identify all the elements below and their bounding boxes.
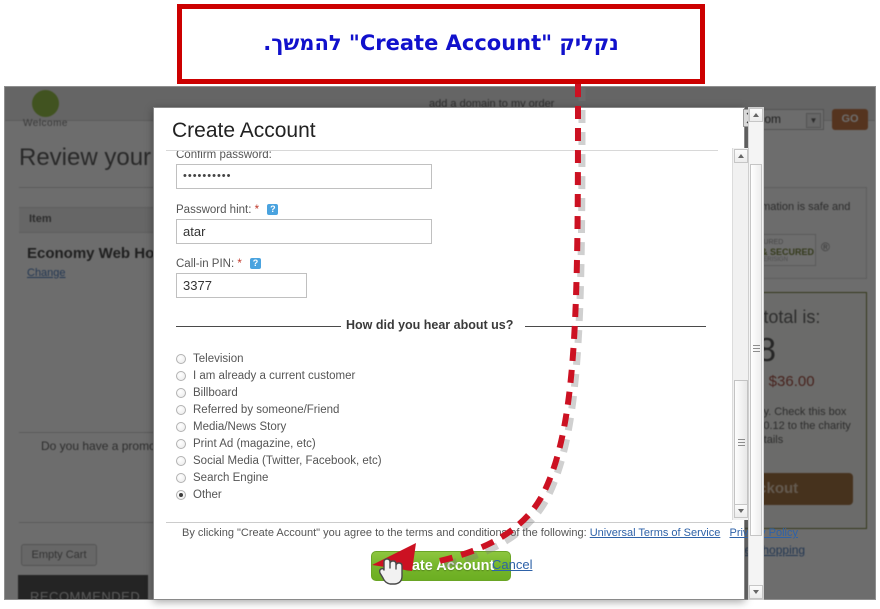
radio-icon[interactable] xyxy=(176,387,186,398)
radio-label: Media/News Story xyxy=(193,421,287,433)
footer-divider xyxy=(166,522,732,523)
radio-option-billboard[interactable]: Billboard xyxy=(176,387,238,403)
radio-option-current-customer[interactable]: I am already a current customer xyxy=(176,370,355,386)
chevron-down-icon: ▼ xyxy=(806,113,821,128)
instruction-callout-text: נקליק "Create Account" להמשך. xyxy=(263,31,619,55)
change-link[interactable]: Change xyxy=(27,267,66,279)
radio-icon-selected[interactable] xyxy=(176,489,186,500)
cancel-link[interactable]: Cancel xyxy=(492,557,532,572)
help-icon[interactable]: ? xyxy=(267,204,279,216)
call-in-pin-value: 3377 xyxy=(183,278,212,293)
call-in-pin-label: Call-in PIN: * ? xyxy=(176,258,262,270)
call-in-pin-label-text: Call-in PIN: xyxy=(176,258,235,270)
scroll-up-icon[interactable] xyxy=(749,108,763,122)
universal-terms-link[interactable]: Universal Terms of Service xyxy=(590,527,721,539)
radio-icon[interactable] xyxy=(176,438,186,449)
radio-icon[interactable] xyxy=(176,353,186,364)
terms-notice-text: By clicking "Create Account" you agree t… xyxy=(182,527,587,539)
terms-notice: By clicking "Create Account" you agree t… xyxy=(182,527,798,539)
scrollbar-grip-icon xyxy=(753,345,760,352)
radio-option-television[interactable]: Television xyxy=(176,353,244,369)
radio-option-social-media[interactable]: Social Media (Twitter, Facebook, etc) xyxy=(176,455,382,471)
scroll-down-icon[interactable] xyxy=(749,585,763,599)
call-in-pin-input[interactable]: 3377 xyxy=(176,273,307,298)
radio-icon[interactable] xyxy=(176,404,186,415)
radio-option-media-news[interactable]: Media/News Story xyxy=(176,421,286,437)
password-hint-label: Password hint: * ? xyxy=(176,204,279,216)
column-header-item: Item xyxy=(29,213,52,225)
hear-about-us-legend-text: How did you hear about us? xyxy=(346,318,514,332)
scroll-down-icon[interactable] xyxy=(734,504,748,518)
radio-option-referred[interactable]: Referred by someone/Friend xyxy=(176,404,339,420)
confirm-password-label-text: Confirm password: xyxy=(176,151,272,161)
radio-icon[interactable] xyxy=(176,421,186,432)
dialog-scrollbar-thumb[interactable] xyxy=(750,164,762,536)
recommended-panel[interactable]: RECOMMENDED Just for You! xyxy=(18,575,148,599)
scrollbar-grip-icon xyxy=(738,439,745,446)
screenshot-root: Welcome add a domain to my order .com ▼ … xyxy=(0,0,880,609)
scroll-up-icon[interactable] xyxy=(734,149,748,163)
account-form-scroll-region: Confirm password: •••••••••• Password hi… xyxy=(166,151,732,521)
password-hint-value: atar xyxy=(183,224,206,239)
form-scrollbar-thumb[interactable] xyxy=(734,380,748,506)
recommended-heading: RECOMMENDED xyxy=(30,589,141,599)
empty-cart-button[interactable]: Empty Cart xyxy=(21,544,97,566)
site-logo-label: Welcome xyxy=(23,118,68,129)
radio-label: Billboard xyxy=(193,387,238,399)
required-marker: * xyxy=(254,204,260,216)
radio-icon[interactable] xyxy=(176,472,186,483)
go-button[interactable]: GO xyxy=(832,109,868,130)
password-hint-label-text: Password hint: xyxy=(176,204,252,216)
radio-label: Other xyxy=(193,489,222,501)
confirm-password-value: •••••••••• xyxy=(183,170,232,182)
confirm-password-input[interactable]: •••••••••• xyxy=(176,164,432,189)
dialog-scrollbar[interactable] xyxy=(748,107,764,600)
radio-label: Referred by someone/Friend xyxy=(193,404,340,416)
radio-label: Search Engine xyxy=(193,472,269,484)
confirm-password-label: Confirm password: xyxy=(176,151,272,161)
radio-icon[interactable] xyxy=(176,370,186,381)
create-account-dialog: Create Account Confirm password: •••••••… xyxy=(153,107,798,600)
registered-mark: ® xyxy=(821,240,830,254)
hear-about-us-legend: How did you hear about us? xyxy=(176,318,706,334)
form-scrollbar[interactable] xyxy=(732,148,748,520)
help-icon[interactable]: ? xyxy=(250,258,262,270)
site-logo-icon xyxy=(32,90,59,117)
radio-label: Television xyxy=(193,353,244,365)
radio-label: Social Media (Twitter, Facebook, etc) xyxy=(193,455,382,467)
radio-label: Print Ad (magazine, etc) xyxy=(193,438,316,450)
dialog-title: Create Account xyxy=(172,119,316,142)
radio-option-print-ad[interactable]: Print Ad (magazine, etc) xyxy=(176,438,316,454)
instruction-callout: נקליק "Create Account" להמשך. xyxy=(177,4,705,84)
required-marker: * xyxy=(237,258,242,270)
radio-label: I am already a current customer xyxy=(193,370,356,382)
radio-option-other[interactable]: Other xyxy=(176,489,222,505)
password-hint-input[interactable]: atar xyxy=(176,219,432,244)
radio-icon[interactable] xyxy=(176,455,186,466)
radio-option-search-engine[interactable]: Search Engine xyxy=(176,472,268,488)
create-account-button[interactable]: Create Account xyxy=(371,551,511,581)
